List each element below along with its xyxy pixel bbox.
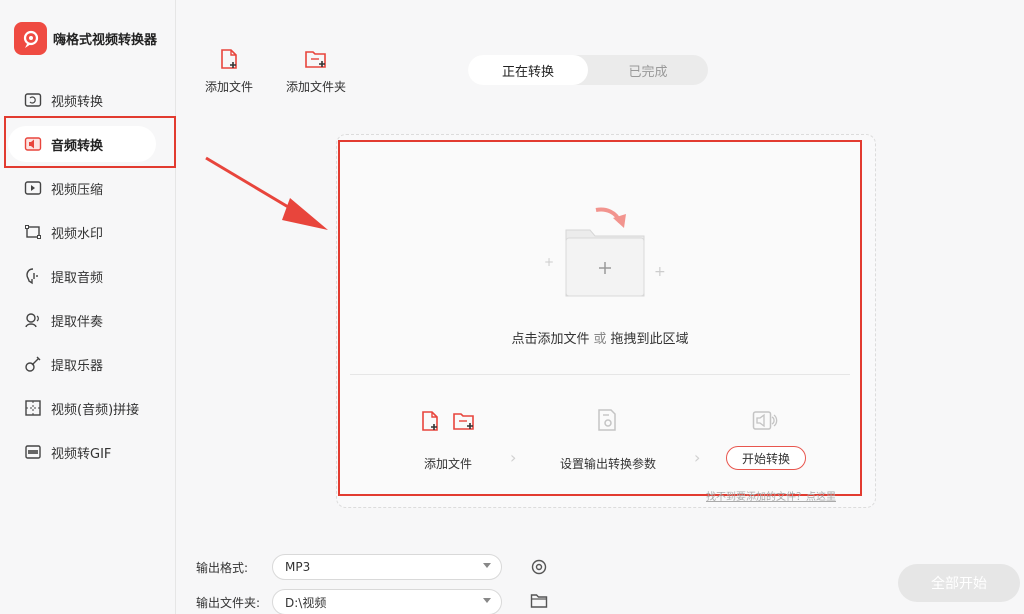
app-header: 嗨格式视频转换器 bbox=[14, 22, 157, 55]
format-settings-button[interactable] bbox=[528, 556, 550, 578]
output-format-label: 输出格式: bbox=[196, 561, 249, 575]
drop-hint-or: 或 bbox=[593, 332, 607, 347]
drop-zone[interactable]: + + 点击添加文件或拖拽到此区域 添加文件 › 设置输出转换参数 › 开始转换 bbox=[338, 140, 862, 496]
sidebar: 嗨格式视频转换器 视频转换 音频转换 视频压缩 视频水印 提取音频 提取伴奏 提… bbox=[0, 0, 176, 614]
add-file-icon bbox=[219, 48, 239, 74]
sidebar-item-label: 提取伴奏 bbox=[51, 314, 104, 330]
start-all-button[interactable]: 全部开始 bbox=[898, 564, 1020, 602]
video-watermark-icon bbox=[24, 223, 42, 241]
annotation-arrow-icon bbox=[205, 156, 328, 230]
highlight-box-audio-convert bbox=[4, 116, 176, 168]
output-folder-value: D:\视频 bbox=[285, 595, 327, 610]
sidebar-item-label: 视频水印 bbox=[51, 226, 104, 242]
output-format-select[interactable]: MP3 bbox=[272, 554, 502, 580]
app-logo-icon bbox=[14, 22, 47, 55]
step-add-file-label: 添加文件 bbox=[424, 457, 473, 471]
sidebar-item-merge[interactable]: 视频(音频)拼接 bbox=[0, 386, 176, 430]
drop-hint-click: 点击添加文件 bbox=[511, 332, 590, 347]
gear-icon bbox=[531, 559, 547, 575]
sidebar-item-video-watermark[interactable]: 视频水印 bbox=[0, 210, 176, 254]
audio-speaker-icon bbox=[752, 410, 778, 436]
add-file-button[interactable]: 添加文件 bbox=[205, 48, 253, 95]
sidebar-item-label: 视频压缩 bbox=[51, 182, 104, 198]
chevron-down-icon bbox=[483, 598, 491, 603]
step-settings-label: 设置输出转换参数 bbox=[560, 457, 657, 471]
sidebar-item-extract-instrument[interactable]: 提取乐器 bbox=[0, 342, 176, 386]
folder-icon bbox=[530, 594, 548, 608]
svg-text:+: + bbox=[544, 255, 554, 269]
step-add-file-icon bbox=[420, 410, 440, 436]
extract-instrument-icon bbox=[24, 355, 42, 373]
video-compress-icon bbox=[24, 179, 42, 197]
extract-accompaniment-icon bbox=[24, 311, 42, 329]
svg-text:+: + bbox=[654, 264, 666, 280]
sidebar-item-label: 视频转GIF bbox=[51, 446, 112, 462]
sidebar-item-label: 提取乐器 bbox=[51, 358, 104, 374]
sidebar-item-extract-audio[interactable]: 提取音频 bbox=[0, 254, 176, 298]
step-arrow-icon: › bbox=[510, 448, 517, 467]
merge-icon bbox=[24, 399, 42, 417]
divider bbox=[350, 374, 850, 375]
output-format-value: MP3 bbox=[285, 560, 311, 574]
output-folder-label: 输出文件夹: bbox=[196, 596, 261, 610]
drop-hint: 点击添加文件或拖拽到此区域 bbox=[340, 328, 860, 347]
sidebar-item-label: 提取音频 bbox=[51, 270, 104, 286]
sidebar-item-label: 视频转换 bbox=[51, 94, 104, 110]
app-title: 嗨格式视频转换器 bbox=[53, 33, 158, 48]
gif-icon bbox=[24, 443, 42, 461]
output-folder-select[interactable]: D:\视频 bbox=[272, 589, 502, 614]
drop-hint-drag: 拖拽到此区域 bbox=[610, 332, 689, 347]
add-file-label: 添加文件 bbox=[205, 80, 254, 94]
sidebar-item-label: 视频(音频)拼接 bbox=[51, 402, 140, 418]
step-add-folder-icon bbox=[452, 410, 476, 436]
extract-audio-icon bbox=[24, 267, 42, 285]
tab-completed[interactable]: 已完成 bbox=[588, 55, 708, 85]
step-arrow-icon: › bbox=[694, 448, 701, 467]
add-folder-label: 添加文件夹 bbox=[286, 80, 347, 94]
sidebar-item-gif[interactable]: 视频转GIF bbox=[0, 430, 176, 474]
open-folder-button[interactable] bbox=[528, 590, 550, 612]
start-convert-button[interactable]: 开始转换 bbox=[726, 446, 806, 470]
sidebar-item-video-compress[interactable]: 视频压缩 bbox=[0, 166, 176, 210]
status-tabs: 正在转换 已完成 bbox=[468, 55, 708, 85]
add-folder-icon bbox=[304, 48, 328, 74]
tab-converting[interactable]: 正在转换 bbox=[468, 55, 588, 85]
settings-doc-icon bbox=[596, 408, 618, 436]
video-convert-icon bbox=[24, 91, 42, 109]
add-folder-button[interactable]: 添加文件夹 bbox=[286, 48, 346, 95]
chevron-down-icon bbox=[483, 563, 491, 568]
sidebar-item-extract-accompaniment[interactable]: 提取伴奏 bbox=[0, 298, 176, 342]
folder-add-icon: + + bbox=[544, 207, 666, 297]
help-link[interactable]: 找不到要添加的文件？点这里 bbox=[706, 488, 836, 503]
